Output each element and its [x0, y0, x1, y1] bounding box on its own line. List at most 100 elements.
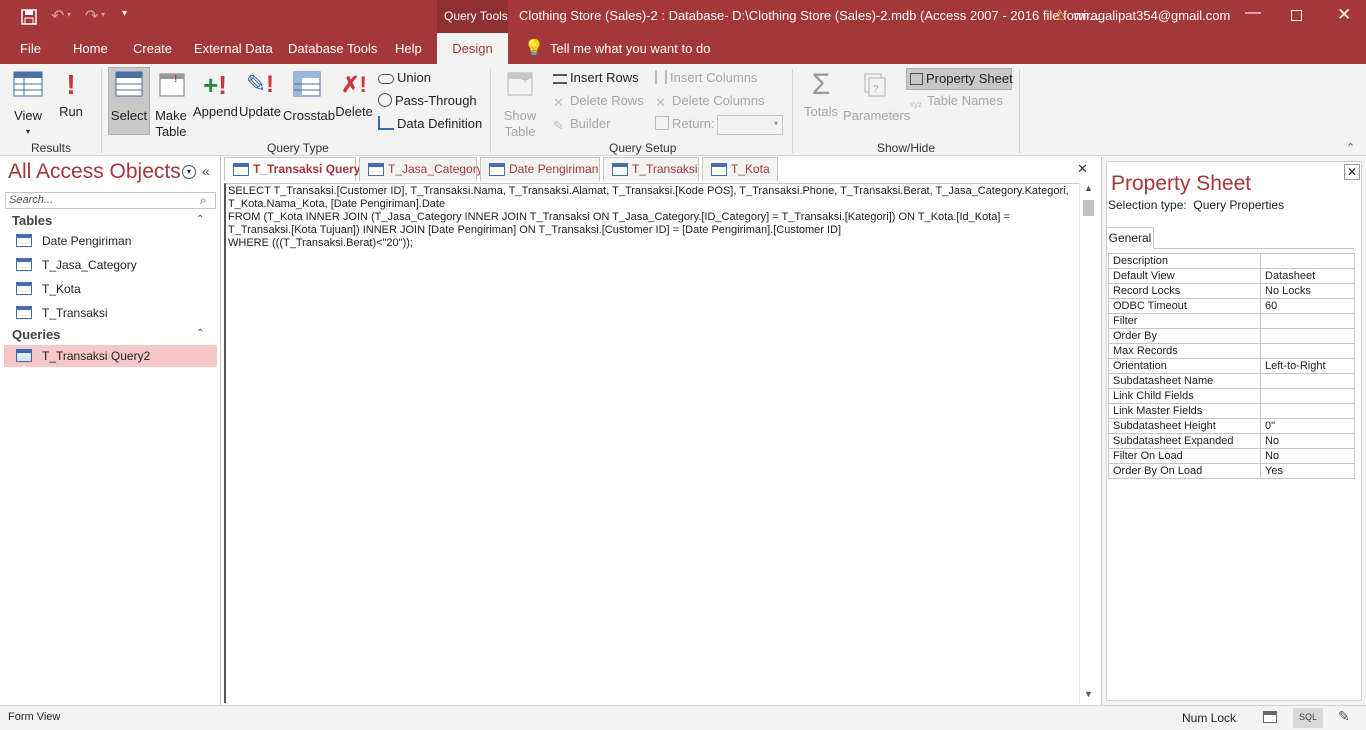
nav-item-t-transaksi[interactable]: T_Transaksi [4, 302, 217, 324]
view-button[interactable]: View ▾ [10, 70, 46, 140]
update-button[interactable]: ✎! Update [239, 70, 281, 120]
property-value[interactable] [1260, 328, 1355, 344]
nav-item-t-kota[interactable]: T_Kota [4, 278, 217, 300]
property-row[interactable]: Description [1108, 253, 1355, 269]
tables-header[interactable]: Tables [12, 213, 52, 228]
property-value[interactable]: Datasheet [1260, 268, 1355, 284]
minimize-icon[interactable]: — [1245, 4, 1261, 22]
union-button[interactable]: Union [378, 68, 431, 88]
append-button[interactable]: +! Append [193, 70, 238, 120]
property-row[interactable]: Link Child Fields [1108, 388, 1355, 404]
warning-icon[interactable]: ⚠ [1053, 6, 1066, 24]
property-row[interactable]: Link Master Fields [1108, 403, 1355, 419]
nav-item-date-pengiriman[interactable]: Date Pengiriman [4, 230, 217, 252]
user-account[interactable]: wiragalipat354@gmail.com [1074, 8, 1230, 23]
tab-help[interactable]: Help [395, 41, 422, 56]
property-row[interactable]: Order By [1108, 328, 1355, 344]
property-row[interactable]: Default View Datasheet [1108, 268, 1355, 284]
undo-dropdown-icon[interactable]: ▾ [67, 10, 71, 19]
return-dropdown[interactable]: ▾ [717, 115, 783, 135]
tab-file[interactable]: File [20, 41, 41, 56]
tell-me-box[interactable]: Tell me what you want to do [550, 41, 710, 56]
property-row[interactable]: Order By On Load Yes [1108, 463, 1355, 479]
insert-rows-button[interactable]: Insert Rows [553, 68, 639, 88]
property-value[interactable]: 0" [1260, 418, 1355, 434]
nav-menu-chevron-icon[interactable]: ▾ [182, 165, 196, 179]
totals-button[interactable]: Σ Totals [800, 70, 842, 120]
search-icon[interactable]: ⌕ [200, 193, 207, 208]
scroll-thumb[interactable] [1083, 200, 1094, 216]
select-button[interactable]: Select [109, 70, 149, 124]
close-icon[interactable]: ✕ [1337, 5, 1351, 25]
doc-tab-t-transaksi[interactable]: T_Transaksi [603, 157, 699, 181]
redo-dropdown-icon[interactable]: ▾ [101, 10, 105, 19]
undo-icon[interactable]: ↶ [51, 6, 64, 26]
property-row[interactable]: Record Locks No Locks [1108, 283, 1355, 299]
property-row[interactable]: Orientation Left-to-Right [1108, 358, 1355, 374]
insert-columns-button[interactable]: Insert Columns [655, 68, 757, 88]
redo-icon[interactable]: ↷ [85, 6, 98, 26]
save-icon[interactable] [21, 9, 37, 25]
property-row[interactable]: Filter On Load No [1108, 448, 1355, 464]
collapse-group-icon[interactable]: ⌃ [196, 214, 204, 225]
sql-text-area[interactable]: SELECT T_Transaksi.[Customer ID], T_Tran… [224, 183, 1079, 703]
delete-button[interactable]: ✗! Delete [333, 70, 375, 120]
doc-tab-t-jasa-category[interactable]: T_Jasa_Category [359, 157, 483, 181]
delete-columns-button[interactable]: ✕ Delete Columns [655, 91, 765, 111]
property-value[interactable] [1260, 313, 1355, 329]
sql-view-button[interactable]: SQL [1293, 708, 1323, 728]
pass-through-button[interactable]: Pass-Through [378, 91, 477, 111]
show-table-button[interactable]: + Show Table [500, 70, 540, 140]
property-sheet-button[interactable]: Property Sheet [910, 69, 1013, 89]
tab-external-data[interactable]: External Data [194, 41, 273, 56]
close-document-icon[interactable]: ✕ [1077, 161, 1088, 177]
property-row[interactable]: Subdatasheet Height 0" [1108, 418, 1355, 434]
delete-rows-button[interactable]: ✕ Delete Rows [553, 91, 644, 111]
collapse-ribbon-icon[interactable]: ⌃ [1346, 141, 1355, 154]
scroll-down-icon[interactable]: ▼ [1084, 689, 1093, 699]
doc-tab-date-pengiriman[interactable]: Date Pengiriman [480, 157, 600, 181]
property-row[interactable]: Subdatasheet Expanded No [1108, 433, 1355, 449]
design-view-icon[interactable]: ✎ [1338, 708, 1350, 725]
restore-icon[interactable] [1291, 10, 1302, 21]
make-table-button[interactable]: ! Make Table [151, 70, 191, 140]
property-value[interactable] [1260, 343, 1355, 359]
property-value[interactable]: 60 [1260, 298, 1355, 314]
property-value[interactable] [1260, 403, 1355, 419]
tab-general[interactable]: General [1106, 227, 1154, 249]
close-icon[interactable]: ✕ [1344, 164, 1360, 180]
tab-create[interactable]: Create [133, 41, 172, 56]
nav-item-t-jasa-category[interactable]: T_Jasa_Category [4, 254, 217, 276]
collapse-group-icon[interactable]: ⌃ [196, 328, 204, 339]
builder-button[interactable]: ✎ Builder [553, 114, 610, 134]
property-value[interactable] [1260, 388, 1355, 404]
property-value[interactable] [1260, 373, 1355, 389]
parameters-button[interactable]: ? Parameters [843, 70, 910, 124]
datasheet-view-icon[interactable] [1263, 711, 1277, 723]
doc-tab-t-transaksi-query2[interactable]: T_Transaksi Query2 [224, 157, 367, 181]
property-value[interactable]: No Locks [1260, 283, 1355, 299]
property-value[interactable] [1260, 253, 1355, 269]
customize-toolbar-icon[interactable]: ▾ [122, 8, 127, 19]
tab-design[interactable]: Design [437, 33, 508, 64]
vertical-scrollbar[interactable]: ▲ ▼ [1079, 183, 1096, 703]
property-value[interactable]: Left-to-Right [1260, 358, 1355, 374]
property-value[interactable]: No [1260, 448, 1355, 464]
property-row[interactable]: Max Records [1108, 343, 1355, 359]
data-definition-button[interactable]: Data Definition [378, 114, 482, 134]
run-button[interactable]: ! Run [56, 70, 86, 120]
nav-search-input[interactable]: Search... [5, 192, 216, 209]
crosstab-button[interactable]: Crosstab [283, 70, 335, 124]
nav-title[interactable]: All Access Objects [8, 160, 181, 184]
property-row[interactable]: Filter [1108, 313, 1355, 329]
tab-database-tools[interactable]: Database Tools [288, 41, 377, 56]
scroll-up-icon[interactable]: ▲ [1084, 183, 1093, 193]
doc-tab-t-kota[interactable]: T_Kota [702, 157, 778, 181]
property-row[interactable]: Subdatasheet Name [1108, 373, 1355, 389]
property-value[interactable]: Yes [1260, 463, 1355, 479]
queries-header[interactable]: Queries [12, 327, 60, 342]
table-names-button[interactable]: xyz Table Names [910, 91, 1003, 111]
property-row[interactable]: ODBC Timeout 60 [1108, 298, 1355, 314]
property-value[interactable]: No [1260, 433, 1355, 449]
nav-item-t-transaksi-query2[interactable]: T_Transaksi Query2 [4, 345, 217, 367]
